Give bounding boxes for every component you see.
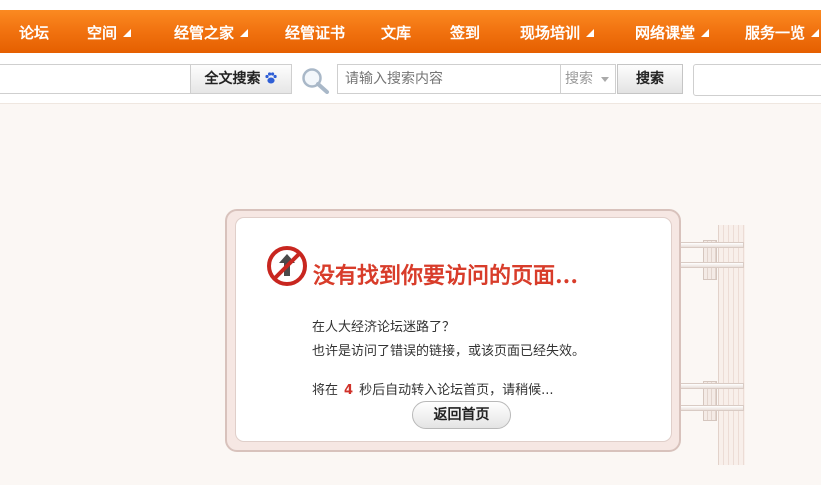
search-input[interactable] xyxy=(337,64,561,94)
nav-dropdown-arrow-icon xyxy=(123,29,132,37)
fulltext-search-label: 全文搜索 xyxy=(204,71,261,87)
nav-dropdown-arrow-icon xyxy=(811,29,820,37)
nav-item-library[interactable]: 文库 xyxy=(381,22,411,43)
fulltext-search-button[interactable]: 全文搜索 xyxy=(190,64,292,94)
nav-dropdown-arrow-icon xyxy=(240,29,249,37)
sign-rail-bottom-2 xyxy=(676,405,744,411)
nav-item-space[interactable]: 空间 xyxy=(87,22,132,43)
nav-item-forum[interactable]: 论坛 xyxy=(19,22,49,43)
nav-item-certificate[interactable]: 经管证书 xyxy=(285,22,345,43)
sign-rail-top-2 xyxy=(676,262,744,268)
error-message-line-1: 在人大经济论坛迷路了？ xyxy=(312,320,456,335)
nav-item-training[interactable]: 现场培训 xyxy=(520,22,595,43)
sign-rail-bottom-1 xyxy=(676,383,744,389)
no-entry-icon xyxy=(267,246,307,286)
left-search-input[interactable] xyxy=(0,64,190,94)
nav-item-checkin[interactable]: 签到 xyxy=(450,22,480,43)
countdown-seconds: 4 xyxy=(344,383,354,398)
nav-dropdown-arrow-icon xyxy=(701,29,710,37)
search-bar: 全文搜索 搜索 搜索 xyxy=(0,53,821,104)
nav-item-services[interactable]: 服务一览 xyxy=(745,22,820,43)
sign-rail-top-1 xyxy=(676,242,744,248)
countdown-prefix: 将在 xyxy=(312,383,339,398)
secondary-input[interactable] xyxy=(693,64,821,96)
baidu-paw-icon xyxy=(264,72,277,84)
nav-item-jgzj[interactable]: 经管之家 xyxy=(174,22,249,43)
chevron-down-icon xyxy=(601,77,609,82)
search-button[interactable]: 搜索 xyxy=(617,64,683,94)
search-type-value: 搜索 xyxy=(565,71,593,87)
wall-decoration xyxy=(718,225,745,465)
search-icon xyxy=(302,68,329,94)
nav-dropdown-arrow-icon xyxy=(586,29,595,37)
error-message-line-2: 也许是访问了错误的链接，或该页面已经失效。 xyxy=(312,344,586,359)
error-title: 没有找到你要访问的页面... xyxy=(313,263,578,289)
redirect-countdown: 将在 4 秒后自动转入论坛首页，请稍候... xyxy=(312,379,553,398)
back-home-button[interactable]: 返回首页 xyxy=(412,401,511,429)
search-type-select[interactable]: 搜索 xyxy=(561,64,616,94)
nav-item-online-class[interactable]: 网络课堂 xyxy=(635,22,710,43)
countdown-suffix: 秒后自动转入论坛首页，请稍候... xyxy=(359,383,554,398)
top-nav: 论坛 空间 经管之家 经管证书 文库 签到 现场培训 网络课堂 服务一览 xyxy=(0,0,821,53)
